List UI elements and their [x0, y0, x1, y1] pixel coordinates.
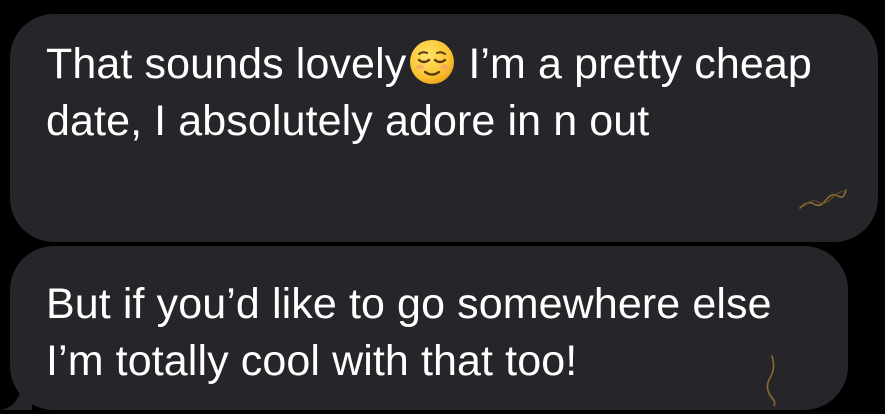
message-thread: That sounds lovely I’m a pretty cheap da… [0, 0, 885, 414]
bubble-tail [2, 384, 32, 410]
message-text: That sounds lovely I’m a pretty cheap da… [46, 36, 848, 150]
scribble-mark [766, 355, 776, 406]
relieved-face-icon [410, 40, 455, 84]
message-text-part-1: That sounds lovely [46, 40, 407, 88]
scribble-mark [799, 189, 847, 209]
message-text: But if you’d like to go somewhere else I… [46, 280, 772, 385]
message-bubble[interactable]: That sounds lovely I’m a pretty cheap da… [10, 14, 878, 242]
message-bubble[interactable]: But if you’d like to go somewhere else I… [2, 246, 848, 410]
